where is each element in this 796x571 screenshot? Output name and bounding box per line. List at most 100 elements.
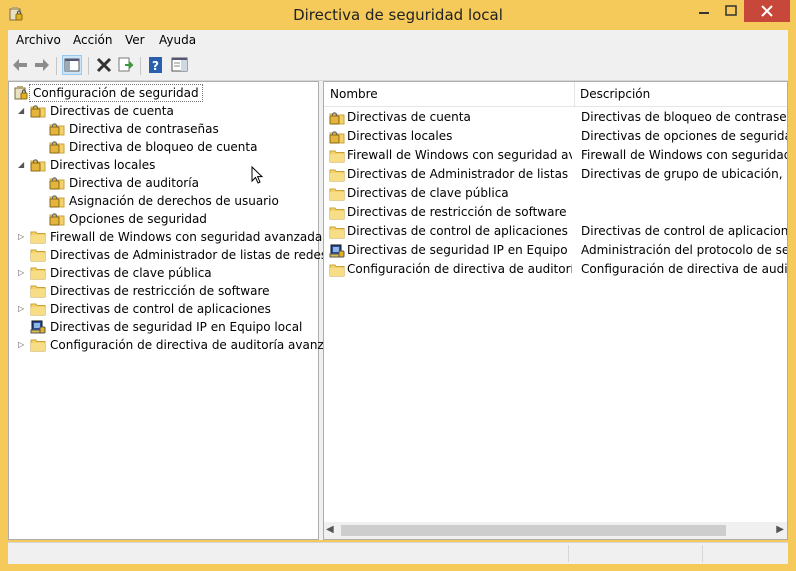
tree-item[interactable]: Directiva de bloqueo de cuenta (9, 138, 318, 156)
properties-panel-icon (171, 57, 188, 72)
tree-item[interactable]: Directivas de seguridad IP en Equipo loc… (9, 318, 318, 336)
tree-item[interactable]: Directivas de restricción de software (9, 282, 318, 300)
export-list-button[interactable] (116, 55, 136, 75)
menu-ayuda[interactable]: Ayuda (159, 33, 196, 47)
scrollbar-thumb[interactable] (341, 525, 726, 536)
forward-button[interactable] (32, 55, 52, 75)
tree-item-label[interactable]: Directivas locales (50, 156, 155, 174)
tree-item[interactable]: ◢ Directivas locales (9, 156, 318, 174)
list-item-name: Configuración de directiva de auditoría … (347, 262, 572, 276)
details-list[interactable]: Nombre Descripción Directivas de cuenta D… (323, 81, 788, 540)
list-item[interactable]: Directivas de Administrador de listas de… (324, 165, 787, 184)
toolbar-separator (88, 57, 89, 75)
tree-item-label[interactable]: Configuración de directiva de auditoría … (50, 336, 346, 354)
expand-arrow-icon[interactable]: ▷ (18, 300, 28, 318)
list-item-name: Directivas de cuenta (347, 110, 471, 124)
list-item[interactable]: Directivas locales Directivas de opciones… (324, 127, 787, 146)
list-item[interactable]: Directivas de cuenta Directivas de bloque… (324, 108, 787, 127)
folder-icon (30, 283, 46, 299)
collapse-arrow-icon[interactable]: ◢ (18, 102, 28, 120)
toolbar: ? (8, 52, 788, 81)
expand-arrow-icon[interactable]: ▷ (18, 264, 28, 282)
tree-item-label[interactable]: Directivas de cuenta (50, 102, 174, 120)
tree-item-label[interactable]: Directivas de Administrador de listas de… (50, 246, 327, 264)
tree-item-label[interactable]: Opciones de seguridad (69, 210, 207, 228)
tree-item-label[interactable]: Directivas de control de aplicaciones (50, 300, 271, 318)
list-item-name: Directivas de control de aplicaciones (347, 224, 568, 238)
tree-item-label[interactable]: Directiva de auditoría (69, 174, 199, 192)
minimize-button[interactable] (690, 0, 718, 22)
tree-item-label[interactable]: Directiva de bloqueo de cuenta (69, 138, 257, 156)
close-button[interactable] (744, 0, 790, 22)
tree-item-label[interactable]: Asignación de derechos de usuario (69, 192, 279, 210)
tree-item-label[interactable]: Directivas de seguridad IP en Equipo loc… (50, 318, 302, 336)
maximize-button[interactable] (718, 0, 744, 22)
tree-item[interactable]: Opciones de seguridad (9, 210, 318, 228)
list-item[interactable]: Directivas de restricción de software (324, 203, 787, 222)
folder-icon (30, 337, 46, 353)
tree-item[interactable]: ▷ Directivas de control de aplicaciones (9, 300, 318, 318)
content-area: Configuración de seguridad ◢ Directivas de… (8, 81, 788, 540)
console-tree[interactable]: Configuración de seguridad ◢ Directivas de… (8, 81, 346, 540)
menu-ver[interactable]: Ver (125, 33, 145, 47)
folder-icon (329, 262, 345, 278)
help-button[interactable]: ? (146, 55, 166, 75)
tree-item-label[interactable]: Directivas de restricción de software (50, 282, 270, 300)
locked-folder-icon (329, 110, 345, 126)
locked-folder-icon (49, 139, 65, 155)
tree-item-label[interactable]: Firewall de Windows con seguridad avanza… (50, 228, 322, 246)
locked-folder-icon (49, 121, 65, 137)
scroll-left-icon[interactable]: ◀ (326, 524, 334, 535)
status-bar (8, 542, 788, 564)
folder-icon (329, 224, 345, 240)
menu-accion[interactable]: Acción (73, 33, 112, 47)
column-header-nombre[interactable]: Nombre (330, 87, 378, 101)
tree-item-label[interactable]: Directiva de contraseñas (69, 120, 219, 138)
locked-folder-icon (49, 211, 65, 227)
show-hide-tree-button[interactable] (62, 55, 82, 75)
menu-bar: Archivo Acción Ver Ayuda (8, 30, 788, 52)
tree-item[interactable]: ▷ Firewall de Windows con seguridad avanz… (9, 228, 322, 246)
delete-icon (96, 57, 112, 73)
export-list-icon (118, 57, 134, 72)
list-item[interactable]: Directivas de seguridad IP en Equipo loc… (324, 241, 787, 260)
tree-item-label[interactable]: Configuración de seguridad (29, 84, 203, 102)
expand-arrow-icon[interactable]: ▷ (18, 228, 28, 246)
tree-item[interactable]: ▷ Directivas de clave pública (9, 264, 318, 282)
tree-item[interactable]: ◢ Directivas de cuenta (9, 102, 318, 120)
collapse-arrow-icon[interactable]: ◢ (18, 156, 28, 174)
tree-item-label[interactable]: Directivas de clave pública (50, 264, 212, 282)
list-item-name: Firewall de Windows con seguridad avan..… (347, 148, 572, 162)
list-item[interactable]: Directivas de clave pública (324, 184, 787, 203)
tree-item[interactable]: Directiva de contraseñas (9, 120, 318, 138)
list-item-description: Firewall de Windows con seguridad ava (581, 148, 788, 162)
locked-folder-icon (49, 175, 65, 191)
help-icon: ? (149, 57, 162, 73)
horizontal-scrollbar[interactable]: ◀ ▶ (324, 522, 787, 539)
delete-button[interactable] (94, 55, 114, 75)
folder-icon (30, 265, 46, 281)
properties-panel-button[interactable] (170, 55, 190, 75)
tree-item[interactable]: Configuración de seguridad (9, 84, 318, 102)
window-title: Directiva de seguridad local (293, 6, 503, 24)
list-item-description: Directivas de bloqueo de contraseña y c (581, 110, 787, 124)
list-item[interactable]: Firewall de Windows con seguridad avan..… (324, 146, 788, 165)
minimize-icon (699, 12, 709, 14)
title-bar[interactable]: Directiva de seguridad local (0, 0, 796, 30)
tree-item[interactable]: ▷ Configuración de directiva de auditoría… (9, 336, 346, 354)
list-item-name: Directivas de clave pública (347, 186, 509, 200)
scroll-right-icon[interactable]: ▶ (776, 524, 784, 535)
tree-item[interactable]: Asignación de derechos de usuario (9, 192, 318, 210)
column-divider[interactable] (574, 82, 575, 106)
list-item[interactable]: Configuración de directiva de auditoría … (324, 260, 787, 279)
menu-archivo[interactable]: Archivo (16, 33, 61, 47)
tree-item[interactable]: Directiva de auditoría (9, 174, 318, 192)
back-button[interactable] (10, 55, 30, 75)
locked-folder-icon (30, 103, 46, 119)
expand-arrow-icon[interactable]: ▷ (18, 336, 28, 354)
security-settings-icon (13, 85, 29, 101)
tree-item[interactable]: Directivas de Administrador de listas de… (9, 246, 327, 264)
list-item[interactable]: Directivas de control de aplicaciones Dir… (324, 222, 787, 241)
folder-icon (30, 247, 46, 263)
column-header-descripcion[interactable]: Descripción (580, 87, 650, 101)
